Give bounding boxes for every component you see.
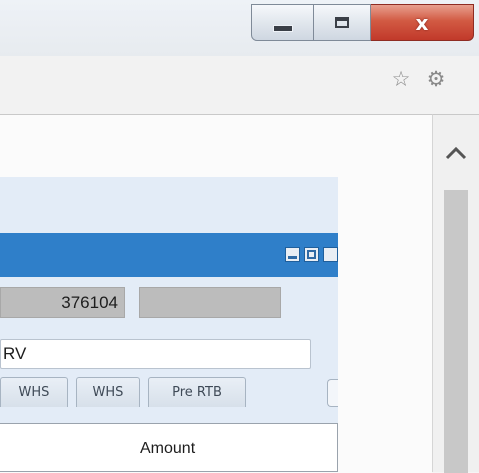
close-button[interactable]: x [371, 4, 474, 41]
app-extra-button[interactable] [323, 247, 338, 262]
tab-partial[interactable] [327, 379, 338, 407]
window-controls: x [251, 4, 474, 41]
close-icon: x [415, 10, 429, 35]
column-header-amount[interactable]: Amount [140, 440, 195, 458]
text-input-field[interactable]: RV [0, 339, 311, 369]
chevron-up-icon [445, 146, 467, 159]
blank-readonly-field[interactable] [139, 287, 281, 318]
gear-icon[interactable]: ⚙ [425, 68, 447, 90]
scrollbar-thumb[interactable] [444, 190, 468, 473]
maximize-button[interactable] [314, 4, 371, 41]
document-number-field[interactable]: 376104 [0, 287, 125, 318]
vertical-scrollbar[interactable] [432, 114, 479, 473]
tab-whs-1[interactable]: WHS [0, 377, 68, 407]
minimize-button[interactable] [251, 4, 314, 41]
minimize-icon [272, 25, 293, 32]
tab-whs-2[interactable]: WHS [76, 377, 140, 407]
app-maximize-button[interactable] [304, 247, 319, 262]
tab-pre-rtb[interactable]: Pre RTB [148, 377, 246, 407]
app-minimize-button[interactable] [285, 247, 300, 262]
scroll-up-button[interactable] [433, 115, 479, 190]
maximize-icon [335, 17, 349, 28]
star-icon[interactable]: ☆ [390, 68, 412, 90]
